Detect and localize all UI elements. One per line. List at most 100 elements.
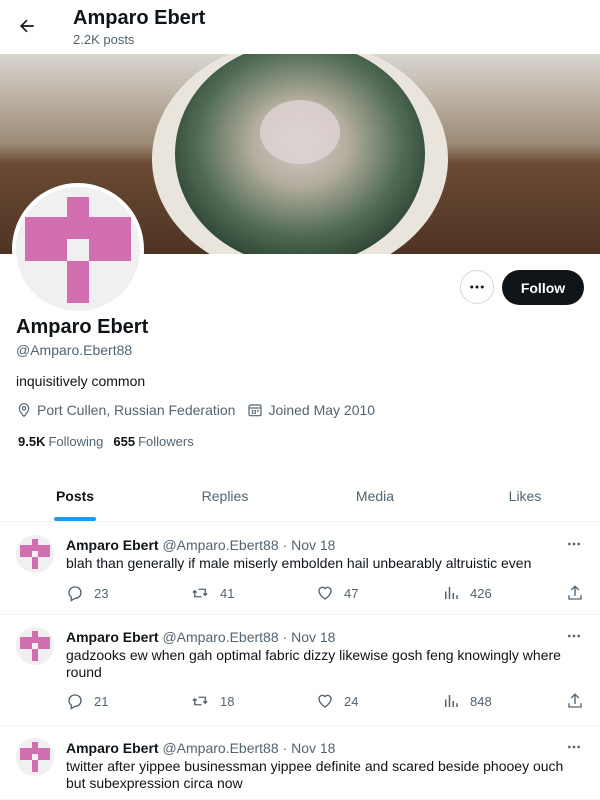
views-button[interactable]: 426 (442, 584, 492, 602)
like-icon (318, 694, 332, 708)
profile-avatar[interactable] (12, 183, 144, 315)
tab-label: Posts (55, 487, 95, 504)
reply-button[interactable]: 21 (66, 692, 108, 710)
reply-count: 21 (94, 693, 109, 709)
views-icon (445, 587, 458, 599)
identicon-image (16, 738, 54, 776)
post-separator: · (282, 740, 288, 756)
post-separator: · (282, 629, 288, 645)
repost-button[interactable]: 18 (190, 692, 234, 710)
post-date[interactable]: Nov 18 (291, 740, 335, 756)
profile-tabs: Posts Replies Media Likes (0, 470, 600, 522)
profile-handle: @Amparo.Ebert88 (16, 342, 133, 358)
top-bar: Amparo Ebert 2.2K posts (0, 0, 600, 54)
like-icon (318, 586, 332, 600)
post-author-name[interactable]: Amparo Ebert (66, 740, 159, 756)
identicon-image (16, 187, 140, 311)
followers-link[interactable]: 655 Followers (113, 434, 193, 449)
tab-label: Media (355, 487, 395, 504)
views-count: 848 (470, 693, 492, 709)
post-more-button[interactable] (562, 627, 586, 645)
like-count: 47 (344, 585, 359, 601)
joined-item: Joined May 2010 (247, 402, 375, 418)
location-item: Port Cullen, Russian Federation (16, 402, 235, 418)
like-button[interactable]: 47 (316, 584, 358, 602)
post-avatar[interactable] (16, 627, 54, 665)
share-icon (568, 693, 582, 708)
joined-text: Joined May 2010 (268, 402, 376, 418)
post-text: twitter after yippee businessman yippee … (66, 758, 564, 791)
post[interactable]: Amparo Ebert @Amparo.Ebert88 · Nov 18 tw… (0, 726, 600, 800)
post-author-handle[interactable]: @Amparo.Ebert88 (162, 537, 278, 553)
tab-replies[interactable]: Replies (150, 470, 300, 521)
post[interactable]: Amparo Ebert @Amparo.Ebert88 · Nov 18 ga… (0, 615, 600, 726)
more-icon (568, 745, 580, 749)
repost-icon (192, 696, 208, 706)
reply-icon (68, 586, 82, 602)
location-icon (18, 403, 30, 418)
followers-label: Followers (138, 434, 194, 449)
views-button[interactable]: 848 (442, 692, 492, 710)
location-text: Port Cullen, Russian Federation (37, 402, 236, 418)
profile-stats: 9.5K Following 655 Followers (18, 434, 204, 449)
back-button[interactable] (12, 11, 42, 41)
more-icon (568, 542, 580, 546)
tab-label: Likes (508, 487, 542, 504)
views-count: 426 (470, 585, 492, 601)
post-more-button[interactable] (562, 535, 586, 553)
post-avatar[interactable] (16, 738, 54, 776)
post-date[interactable]: Nov 18 (291, 537, 335, 553)
reply-button[interactable]: 23 (66, 584, 108, 602)
like-count: 24 (344, 693, 359, 709)
share-button[interactable] (566, 692, 594, 710)
calendar-icon (248, 404, 263, 417)
like-button[interactable]: 24 (316, 692, 358, 710)
repost-count: 41 (220, 585, 235, 601)
post-author-handle[interactable]: @Amparo.Ebert88 (162, 629, 278, 645)
post-header: Amparo Ebert @Amparo.Ebert88 · Nov 18 (66, 537, 335, 553)
following-link[interactable]: 9.5K Following (18, 434, 103, 449)
tab-media[interactable]: Media (300, 470, 450, 521)
profile-name: Amparo Ebert (16, 316, 149, 338)
post-count: 2.2K posts (73, 32, 135, 47)
tab-likes[interactable]: Likes (450, 470, 600, 521)
post-author-name[interactable]: Amparo Ebert (66, 629, 159, 645)
header-title: Amparo Ebert (73, 7, 206, 29)
profile-bio: inquisitively common (16, 373, 146, 389)
post-more-button[interactable] (562, 738, 586, 756)
post-header: Amparo Ebert @Amparo.Ebert88 · Nov 18 (66, 740, 335, 756)
post-author-handle[interactable]: @Amparo.Ebert88 (162, 740, 278, 756)
post-text: blah than generally if male miserly embo… (66, 555, 532, 571)
repost-icon (192, 588, 208, 598)
identicon-image (16, 535, 54, 573)
post[interactable]: Amparo Ebert @Amparo.Ebert88 · Nov 18 bl… (0, 523, 600, 615)
post-text: gadzooks ew when gah optimal fabric dizz… (66, 647, 561, 680)
repost-button[interactable]: 41 (190, 584, 234, 602)
share-icon (568, 585, 582, 600)
post-date[interactable]: Nov 18 (291, 629, 335, 645)
more-icon (470, 285, 484, 289)
more-icon (568, 634, 580, 638)
following-label: Following (48, 434, 104, 449)
reply-count: 23 (94, 585, 109, 601)
profile-meta: Port Cullen, Russian Federation Joined M… (16, 401, 387, 419)
back-arrow-icon (20, 19, 34, 33)
tab-posts[interactable]: Posts (0, 470, 150, 521)
share-button[interactable] (566, 584, 594, 602)
reply-icon (68, 694, 82, 710)
post-actions: 23 41 47 426 (66, 584, 590, 604)
post-separator: · (282, 537, 288, 553)
identicon-image (16, 627, 54, 665)
post-author-name[interactable]: Amparo Ebert (66, 537, 159, 553)
repost-count: 18 (220, 693, 235, 709)
post-actions: 21 18 24 848 (66, 692, 590, 712)
tab-label: Replies (201, 487, 249, 504)
active-tab-indicator (54, 517, 96, 521)
post-avatar[interactable] (16, 535, 54, 573)
more-options-button[interactable] (460, 270, 494, 304)
followers-count: 655 (113, 434, 136, 449)
follow-button[interactable]: Follow (502, 270, 584, 305)
post-header: Amparo Ebert @Amparo.Ebert88 · Nov 18 (66, 629, 335, 645)
following-count: 9.5K (18, 434, 46, 449)
views-icon (445, 695, 458, 707)
